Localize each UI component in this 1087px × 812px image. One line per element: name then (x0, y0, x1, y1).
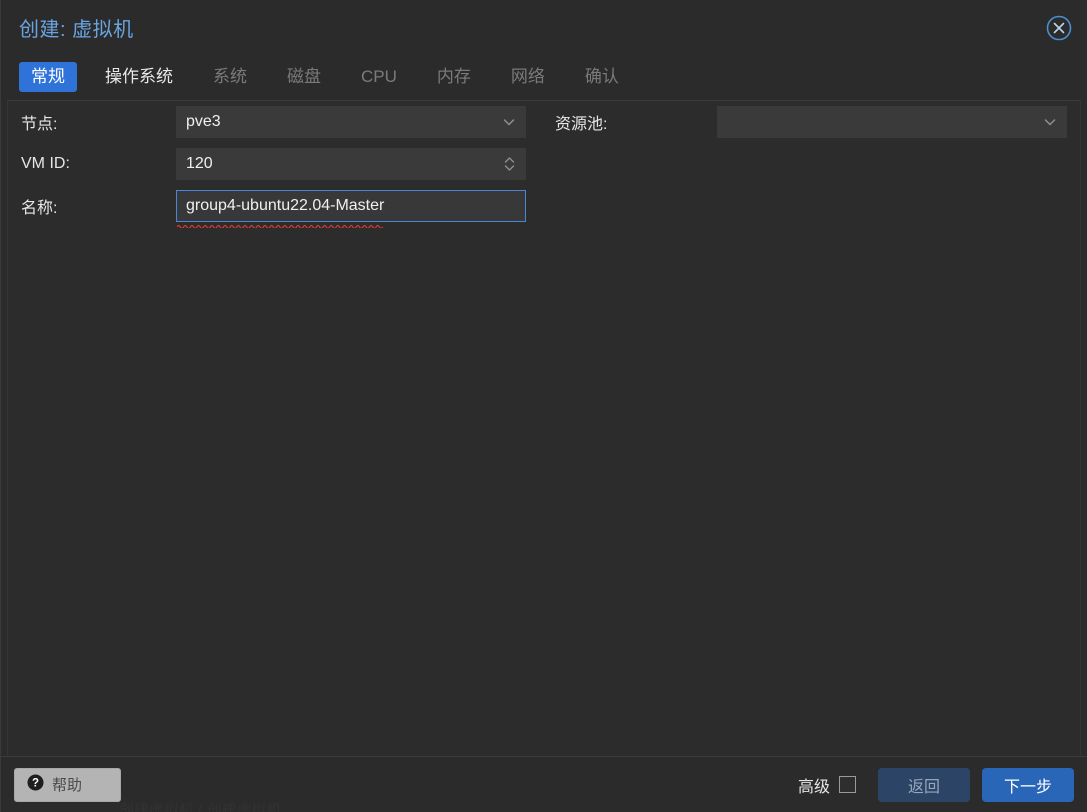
pool-field-group: 资源池: (542, 106, 1076, 138)
tab-cpu[interactable]: CPU (349, 62, 409, 92)
tab-network[interactable]: 网络 (499, 62, 557, 92)
close-icon[interactable] (1045, 14, 1073, 42)
node-field-group: 节点: pve3 (8, 106, 542, 138)
form-row: VM ID: 120 (8, 143, 1080, 185)
chevron-down-icon (502, 115, 516, 129)
question-circle-icon: ? (27, 774, 44, 796)
help-button-label: 帮助 (52, 777, 83, 794)
svg-text:?: ? (32, 777, 39, 789)
create-vm-dialog: 创建: 虚拟机 常规 操作系统 系统 磁盘 CPU 内存 网络 确认 节点: p… (0, 0, 1087, 812)
vmid-field-group: VM ID: 120 (8, 148, 542, 180)
advanced-checkbox[interactable] (839, 776, 856, 793)
tab-system[interactable]: 系统 (201, 62, 259, 92)
tab-memory[interactable]: 内存 (425, 62, 483, 92)
footer-actions: 高级 返回 下一步 (797, 767, 1074, 802)
dialog-footer: ? 帮助 高级 返回 下一步 (1, 756, 1087, 812)
tab-disks[interactable]: 磁盘 (275, 62, 333, 92)
tab-os[interactable]: 操作系统 (93, 62, 185, 92)
vmid-input[interactable]: 120 (176, 148, 526, 180)
next-button[interactable]: 下一步 (982, 767, 1074, 802)
vmid-value: 120 (186, 155, 213, 172)
general-form: 节点: pve3 资源池: VM ID: 120 名称: group4-ubun… (8, 101, 1080, 230)
tab-confirm[interactable]: 确认 (573, 62, 631, 92)
node-label: 节点: (21, 116, 58, 133)
vmid-label: VM ID: (21, 155, 70, 172)
advanced-label: 高级 (797, 778, 830, 796)
pool-select[interactable] (717, 106, 1067, 138)
name-input[interactable]: group4-ubuntu22.04-Master (176, 190, 526, 230)
form-row: 节点: pve3 资源池: (8, 101, 1080, 143)
node-value: pve3 (186, 113, 221, 130)
spinner-updown-icon[interactable] (503, 154, 516, 174)
dialog-title: 创建: 虚拟机 (19, 19, 134, 41)
tab-strip: 常规 操作系统 系统 磁盘 CPU 内存 网络 确认 (1, 54, 1087, 100)
node-select[interactable]: pve3 (176, 106, 526, 138)
name-field-group: 名称: group4-ubuntu22.04-Master (8, 190, 542, 230)
tab-general[interactable]: 常规 (19, 62, 77, 92)
dialog-titlebar: 创建: 虚拟机 (1, 0, 1087, 54)
name-value-wrap: group4-ubuntu22.04-Master (176, 197, 385, 230)
form-row: 名称: group4-ubuntu22.04-Master (8, 185, 1080, 230)
back-button[interactable]: 返回 (878, 767, 970, 802)
general-tab-panel: 节点: pve3 资源池: VM ID: 120 名称: group4-ubun… (7, 100, 1081, 756)
spellcheck-underline (176, 215, 384, 230)
name-label: 名称: (21, 200, 58, 217)
chevron-down-icon (1043, 115, 1057, 129)
help-button[interactable]: ? 帮助 (14, 767, 121, 802)
name-value: group4-ubuntu22.04-Master (186, 197, 385, 214)
pool-label: 资源池: (555, 116, 608, 133)
